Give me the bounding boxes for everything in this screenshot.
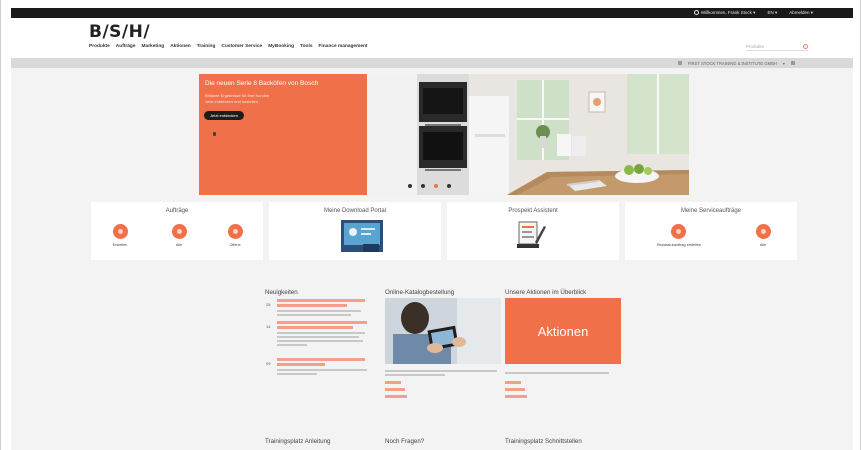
carousel-dot[interactable] <box>408 184 412 188</box>
promos-heading: Unsere Aktionen im Überblick <box>505 289 587 296</box>
nav-item-mybooking[interactable]: MyBooking <box>268 44 294 49</box>
news-link[interactable] <box>277 304 347 307</box>
search-input[interactable]: Produkte <box>746 42 808 51</box>
catalog-text <box>385 370 497 372</box>
logout-link[interactable]: Abmelden ▾ <box>789 10 813 16</box>
news-link[interactable] <box>277 299 365 302</box>
top-utility-bar: Willkommen, Frank Stock ▾ EN ▾ Abmelden … <box>11 8 853 18</box>
nav-item-customer-service[interactable]: Customer Service <box>221 44 262 49</box>
aktionen-banner-label: Aktionen <box>537 323 589 339</box>
promos-link[interactable] <box>505 388 525 391</box>
all-orders-link[interactable]: Alle <box>164 243 194 247</box>
main-navigation: Produkte Aufträge Marketing Aktionen Tra… <box>89 44 368 49</box>
settings-icon[interactable] <box>791 61 795 65</box>
document-edit-icon <box>517 221 546 248</box>
all-service-icon[interactable] <box>756 224 771 239</box>
tile-download-portal[interactable]: Meine Download Portal <box>269 202 441 260</box>
hero-title: Die neuen Serie 8 Backöfen von Bosch <box>205 80 319 87</box>
bsh-logo[interactable]: B/S/H/ <box>89 22 150 42</box>
dealer-name[interactable]: FIRST STOCK TRAINING & INSTITUTE GMBH <box>688 61 777 66</box>
news-link[interactable] <box>277 363 325 366</box>
news-text <box>277 336 359 338</box>
nav-item-marketing[interactable]: Marketing <box>142 44 165 49</box>
all-service-link[interactable]: Alle <box>748 243 778 247</box>
news-text <box>277 340 363 342</box>
tile-prospekt-assistent[interactable]: Prospekt Assistent <box>447 202 619 260</box>
nav-item-training[interactable]: Training <box>197 44 216 49</box>
account-menu[interactable]: Willkommen, Frank Stock ▾ <box>693 10 755 16</box>
create-repair-icon[interactable] <box>671 224 686 239</box>
language-selector[interactable]: EN ▾ <box>767 10 777 16</box>
chevron-down-icon[interactable]: ▾ <box>783 61 785 66</box>
catalog-link[interactable] <box>385 395 407 398</box>
tile-serviceauftraege: Meine Serviceaufträge Reparaturauftrag e… <box>625 202 797 260</box>
dealer-bar: FIRST STOCK TRAINING & INSTITUTE GMBH ▾ <box>11 58 853 68</box>
tile-auftraege: Aufträge Erstellen Alle Offene <box>91 202 263 260</box>
hero-text-panel: Die neuen Serie 8 Backöfen von Bosch Bri… <box>199 74 367 195</box>
create-repair-link[interactable]: Reparaturauftrag erstellen <box>643 243 715 247</box>
nav-item-auftraege[interactable]: Aufträge <box>116 44 136 49</box>
hero-kitchen-image <box>367 74 689 195</box>
carousel-dot-active[interactable] <box>434 184 438 188</box>
news-date: 14 <box>266 324 271 329</box>
browser-frame: Willkommen, Frank Stock ▾ EN ▾ Abmelden … <box>0 0 861 450</box>
news-link[interactable] <box>277 321 367 324</box>
tile-title: Meine Download Portal <box>323 208 387 214</box>
all-orders-icon[interactable] <box>172 224 187 239</box>
catalog-text <box>385 374 445 376</box>
carousel-dot[interactable] <box>421 184 425 188</box>
store-icon <box>677 61 682 65</box>
catalog-link[interactable] <box>385 381 401 384</box>
hero-subtitle-2: Jetzt entdecken und bestellen <box>205 99 258 104</box>
create-order-icon[interactable] <box>113 224 128 239</box>
news-text <box>277 310 361 312</box>
news-text <box>277 373 317 375</box>
news-date: 09 <box>266 361 271 366</box>
catalog-link[interactable] <box>385 388 405 391</box>
promos-text <box>505 372 609 374</box>
nav-item-finance[interactable]: Finance management <box>318 44 367 49</box>
news-text <box>277 314 351 316</box>
aktionen-banner[interactable]: Aktionen <box>505 298 621 364</box>
news-heading: Neuigkeiten <box>265 289 298 296</box>
download-portal-icon <box>341 220 383 252</box>
news-link[interactable] <box>277 358 365 361</box>
hero-subtitle: Brillante Ergebnisse für Ihre Kunden <box>205 93 270 98</box>
section-heading-anleitung: Trainingsplatz Anleitung <box>265 438 331 445</box>
nav-item-aktionen[interactable]: Aktionen <box>170 44 191 49</box>
promos-link[interactable] <box>505 381 521 384</box>
search-icon[interactable] <box>803 43 808 49</box>
tile-title: Meine Serviceaufträge <box>680 208 742 214</box>
section-heading-schnittstellen: Trainingsplatz Schnittstellen <box>505 438 582 445</box>
nav-item-produkte[interactable]: Produkte <box>89 44 110 49</box>
site-header: B/S/H/ Produkte Aufträge Marketing Aktio… <box>11 18 853 58</box>
news-date: 25 <box>266 302 271 307</box>
catalog-heading: Online-Katalogbestellung <box>385 289 455 296</box>
promos-link[interactable] <box>505 395 527 398</box>
cursor-icon <box>213 132 216 136</box>
hero-cta-button[interactable]: Jetzt entdecken <box>204 111 244 120</box>
section-heading-fragen: Noch Fragen? <box>385 438 425 445</box>
tile-title: Prospekt Assistent <box>508 208 558 214</box>
create-order-link[interactable]: Erstellen <box>105 243 135 247</box>
open-orders-icon[interactable] <box>228 224 243 239</box>
hero-carousel: Die neuen Serie 8 Backöfen von Bosch Bri… <box>199 74 689 195</box>
catalog-tablet-image[interactable] <box>385 298 501 364</box>
globe-icon <box>693 10 699 16</box>
news-text <box>277 369 367 371</box>
nav-item-tools[interactable]: Tools <box>300 44 312 49</box>
tile-title: Aufträge <box>165 208 189 214</box>
carousel-dot[interactable] <box>447 184 451 188</box>
carousel-pagination <box>408 184 451 188</box>
news-text <box>277 344 307 346</box>
news-text <box>277 332 365 334</box>
news-link[interactable] <box>277 326 353 329</box>
open-orders-link[interactable]: Offene <box>220 243 250 247</box>
